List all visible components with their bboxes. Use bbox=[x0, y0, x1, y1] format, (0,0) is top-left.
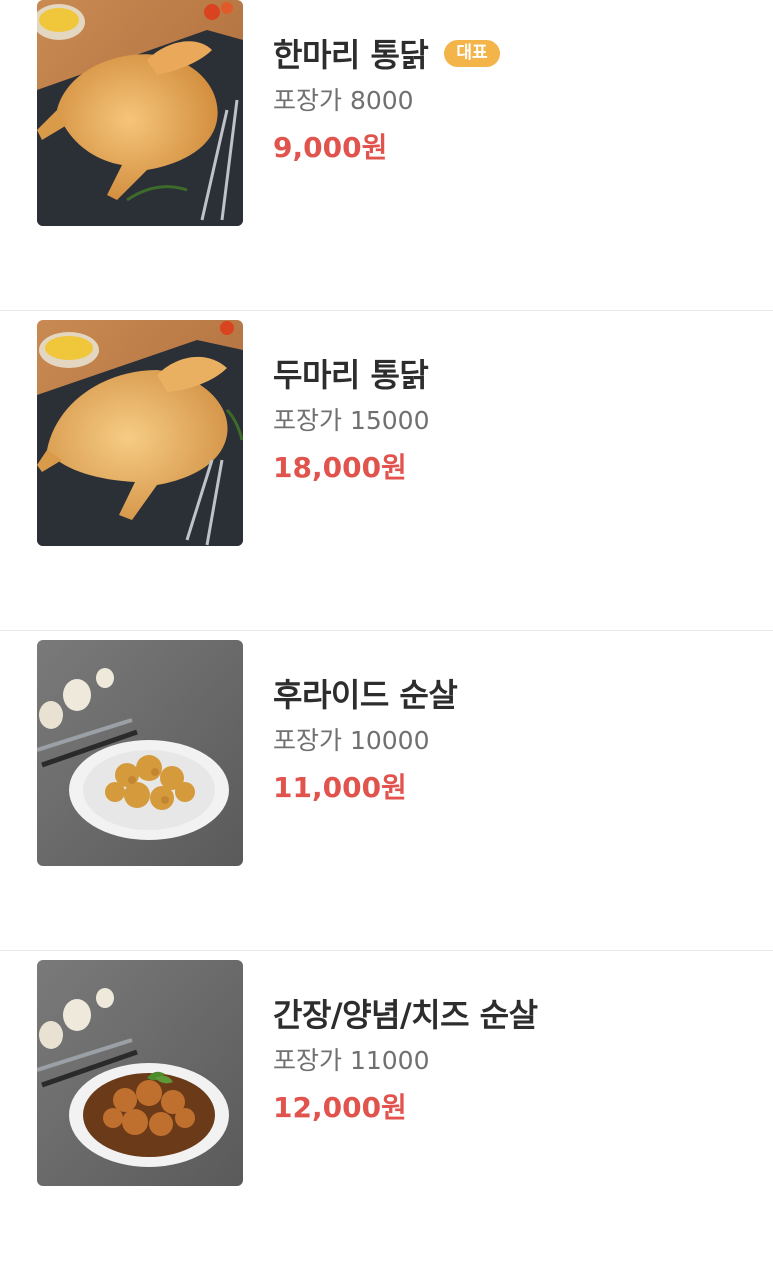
menu-item-price: 11,000원 bbox=[273, 771, 407, 804]
menu-list: 한마리 통닭 대표 포장가 8000 9,000원 두마리 통닭 포장가 150… bbox=[0, 0, 773, 1270]
whole-chicken-photo bbox=[37, 0, 243, 226]
boneless-fried-chicken-photo bbox=[37, 640, 243, 866]
menu-item-info: 두마리 통닭 포장가 15000 18,000원 bbox=[273, 353, 753, 486]
boneless-sauced-chicken-photo bbox=[37, 960, 243, 1186]
whole-chicken-photo bbox=[37, 320, 243, 546]
menu-item-price: 18,000원 bbox=[273, 451, 407, 484]
takeout-price: 포장가 10000 bbox=[273, 726, 430, 755]
menu-item-name: 간장/양념/치즈 순살 bbox=[273, 996, 538, 1034]
menu-item-whole-chicken[interactable]: 한마리 통닭 대표 포장가 8000 9,000원 bbox=[0, 0, 773, 310]
signature-badge: 대표 bbox=[444, 39, 500, 67]
menu-item-price: 12,000원 bbox=[273, 1091, 407, 1124]
takeout-price: 포장가 15000 bbox=[273, 406, 430, 435]
menu-item-name: 한마리 통닭 bbox=[273, 36, 429, 74]
takeout-price: 포장가 8000 bbox=[273, 86, 414, 115]
menu-item-boneless-sauced[interactable]: 간장/양념/치즈 순살 포장가 11000 12,000원 bbox=[0, 951, 773, 1270]
menu-item-name: 후라이드 순살 bbox=[273, 676, 458, 714]
menu-item-info: 후라이드 순살 포장가 10000 11,000원 bbox=[273, 673, 753, 806]
menu-item-info: 간장/양념/치즈 순살 포장가 11000 12,000원 bbox=[273, 993, 753, 1126]
takeout-price: 포장가 11000 bbox=[273, 1046, 430, 1075]
menu-item-info: 한마리 통닭 대표 포장가 8000 9,000원 bbox=[273, 33, 753, 166]
menu-item-price: 9,000원 bbox=[273, 131, 388, 164]
menu-item-name: 두마리 통닭 bbox=[273, 356, 429, 394]
menu-item-two-chickens[interactable]: 두마리 통닭 포장가 15000 18,000원 bbox=[0, 311, 773, 630]
menu-item-boneless-fried[interactable]: 후라이드 순살 포장가 10000 11,000원 bbox=[0, 631, 773, 950]
